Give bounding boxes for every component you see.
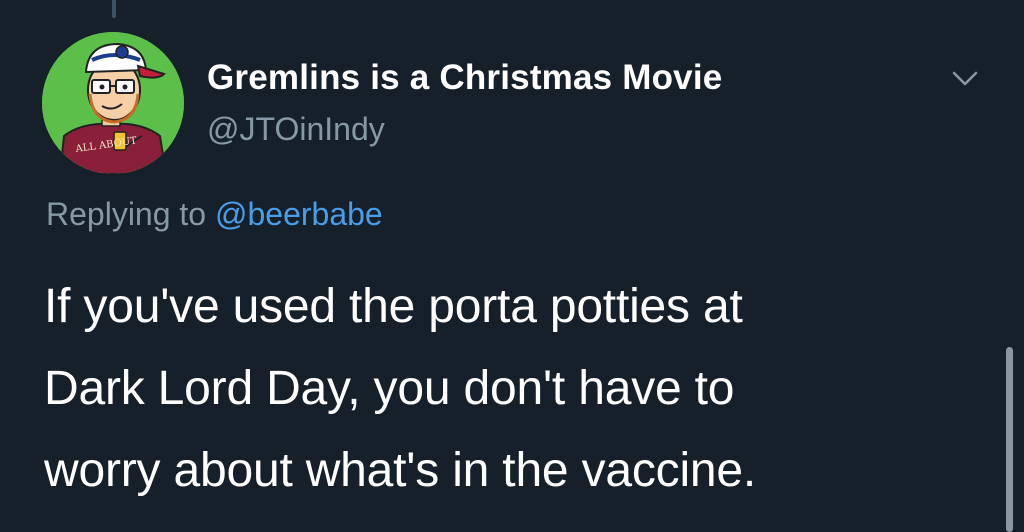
chevron-down-icon[interactable] [946, 64, 984, 94]
replying-to: Replying to @beerbabe [46, 196, 383, 233]
replying-to-label: Replying to [46, 196, 215, 232]
avatar-illustration: ALL ABOUT [42, 32, 184, 174]
tweet-text-line: worry about what's in the vaccine. [44, 444, 757, 497]
avatar[interactable]: ALL ABOUT [42, 32, 184, 174]
scrollbar-thumb[interactable] [1006, 347, 1013, 532]
user-handle[interactable]: @JTOinIndy [207, 111, 385, 148]
thread-connector-line [112, 0, 116, 18]
tweet-text-line: If you've used the porta potties at [44, 280, 743, 333]
tweet[interactable]: ALL ABOUT Gremlins is a Christmas Movie … [0, 0, 1024, 532]
mention-link[interactable]: @beerbabe [215, 196, 383, 232]
display-name[interactable]: Gremlins is a Christmas Movie [207, 58, 722, 98]
tweet-text: If you've used the porta potties at Dark… [44, 266, 974, 512]
tweet-text-line: Dark Lord Day, you don't have to [44, 362, 735, 415]
